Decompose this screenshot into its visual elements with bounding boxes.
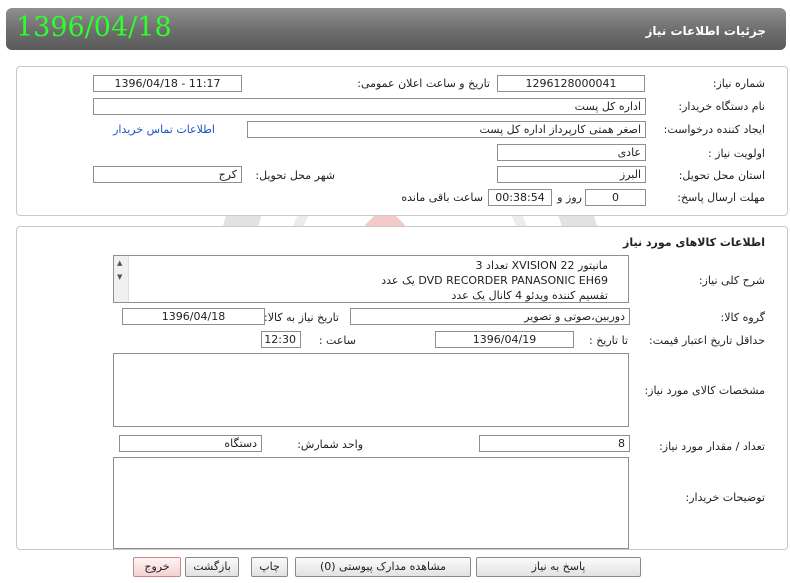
priority-label: اولویت نیاز : bbox=[707, 147, 765, 160]
buyer-notes-textarea[interactable] bbox=[113, 457, 629, 549]
buyer-org-label: نام دستگاه خریدار: bbox=[678, 100, 765, 113]
city-field: کرج bbox=[93, 166, 242, 183]
need-number-label: شماره نیاز: bbox=[712, 77, 765, 90]
quantity-label: تعداد / مقدار مورد نیاز: bbox=[659, 440, 765, 453]
need-date-label: تاریخ نیاز به کالا: bbox=[264, 311, 339, 324]
time-label: ساعت : bbox=[318, 334, 356, 347]
announce-label: تاریخ و ساعت اعلان عمومی: bbox=[357, 77, 490, 90]
unit-field: دستگاه bbox=[119, 435, 262, 452]
to-date-field: 1396/04/19 bbox=[435, 331, 574, 348]
desc-scrollbar[interactable]: ▲ ▼ bbox=[114, 256, 129, 302]
unit-label: واحد شمارش: bbox=[297, 438, 363, 451]
remaining-suffix: ساعت باقی مانده bbox=[401, 191, 483, 204]
respond-button[interactable]: پاسخ به نیاز bbox=[476, 557, 641, 577]
days-field: 0 bbox=[585, 189, 646, 206]
province-field: البرز bbox=[497, 166, 646, 183]
exit-button[interactable]: خروج bbox=[133, 557, 181, 577]
scroll-down-icon[interactable]: ▼ bbox=[117, 273, 122, 281]
print-button[interactable]: چاپ bbox=[251, 557, 288, 577]
page-title: جزئیات اطلاعات نیاز bbox=[645, 24, 766, 38]
header-date: 1396/04/18 bbox=[16, 12, 172, 43]
province-label: استان محل تحویل: bbox=[678, 169, 765, 182]
announce-field: 1396/04/18 - 11:17 bbox=[93, 75, 242, 92]
time-remaining-field: 00:38:54 bbox=[488, 189, 552, 206]
general-desc-label: شرح کلی نیاز: bbox=[698, 274, 765, 287]
city-label: شهر محل تحویل: bbox=[255, 169, 335, 182]
days-suffix: روز و bbox=[557, 191, 582, 204]
general-desc-lines: مانیتور XVISION 22 تعداد 3 DVD RECORDER … bbox=[381, 258, 608, 303]
buyer-org-field: اداره کل پست bbox=[93, 98, 646, 115]
group-field: دوربین،صوتی و تصویر bbox=[350, 308, 630, 325]
buyer-notes-label: توضیحات خریدار: bbox=[685, 491, 766, 504]
time-field: 12:30 bbox=[261, 331, 301, 348]
quantity-value: 8 bbox=[618, 437, 625, 450]
to-date-label: تا تاریخ : bbox=[589, 334, 628, 347]
goods-section-title: اطلاعات کالاهای مورد نیاز bbox=[623, 236, 765, 249]
validity-label: حداقل تاریخ اعتبار قیمت: bbox=[649, 334, 765, 347]
specs-label: مشخصات کالای مورد نیاز: bbox=[644, 384, 765, 397]
scroll-up-icon[interactable]: ▲ bbox=[117, 259, 122, 267]
desc-line: تقسیم کننده ویدئو 4 کانال یک عدد bbox=[451, 289, 608, 302]
view-documents-button[interactable]: مشاهده مدارک پیوستی (0) bbox=[295, 557, 471, 577]
back-button[interactable]: بازگشت bbox=[185, 557, 239, 577]
requester-field: اصغر همتی کارپرداز اداره کل پست bbox=[247, 121, 646, 138]
requester-label: ایجاد کننده درخواست: bbox=[663, 123, 765, 136]
quantity-field: 8 bbox=[479, 435, 630, 452]
desc-line: مانیتور XVISION 22 تعداد 3 bbox=[475, 259, 608, 272]
deadline-label: مهلت ارسال پاسخ: bbox=[677, 191, 765, 204]
priority-field: عادی bbox=[497, 144, 646, 161]
need-number-field: 1296128000041 bbox=[497, 75, 645, 92]
specs-textarea[interactable] bbox=[113, 353, 629, 427]
title-bar: 1396/04/18 جزئیات اطلاعات نیاز bbox=[0, 0, 790, 60]
group-label: گروه کالا: bbox=[720, 311, 765, 324]
contact-info-link[interactable]: اطلاعات تماس خریدار bbox=[113, 123, 215, 136]
desc-line: DVD RECORDER PANASONIC EH69 یک عدد bbox=[381, 274, 608, 287]
need-date-field: 1396/04/18 bbox=[122, 308, 265, 325]
title-bar-background: 1396/04/18 جزئیات اطلاعات نیاز bbox=[6, 8, 786, 50]
general-desc-textarea[interactable]: ▲ ▼ مانیتور XVISION 22 تعداد 3 DVD RECOR… bbox=[113, 255, 629, 303]
